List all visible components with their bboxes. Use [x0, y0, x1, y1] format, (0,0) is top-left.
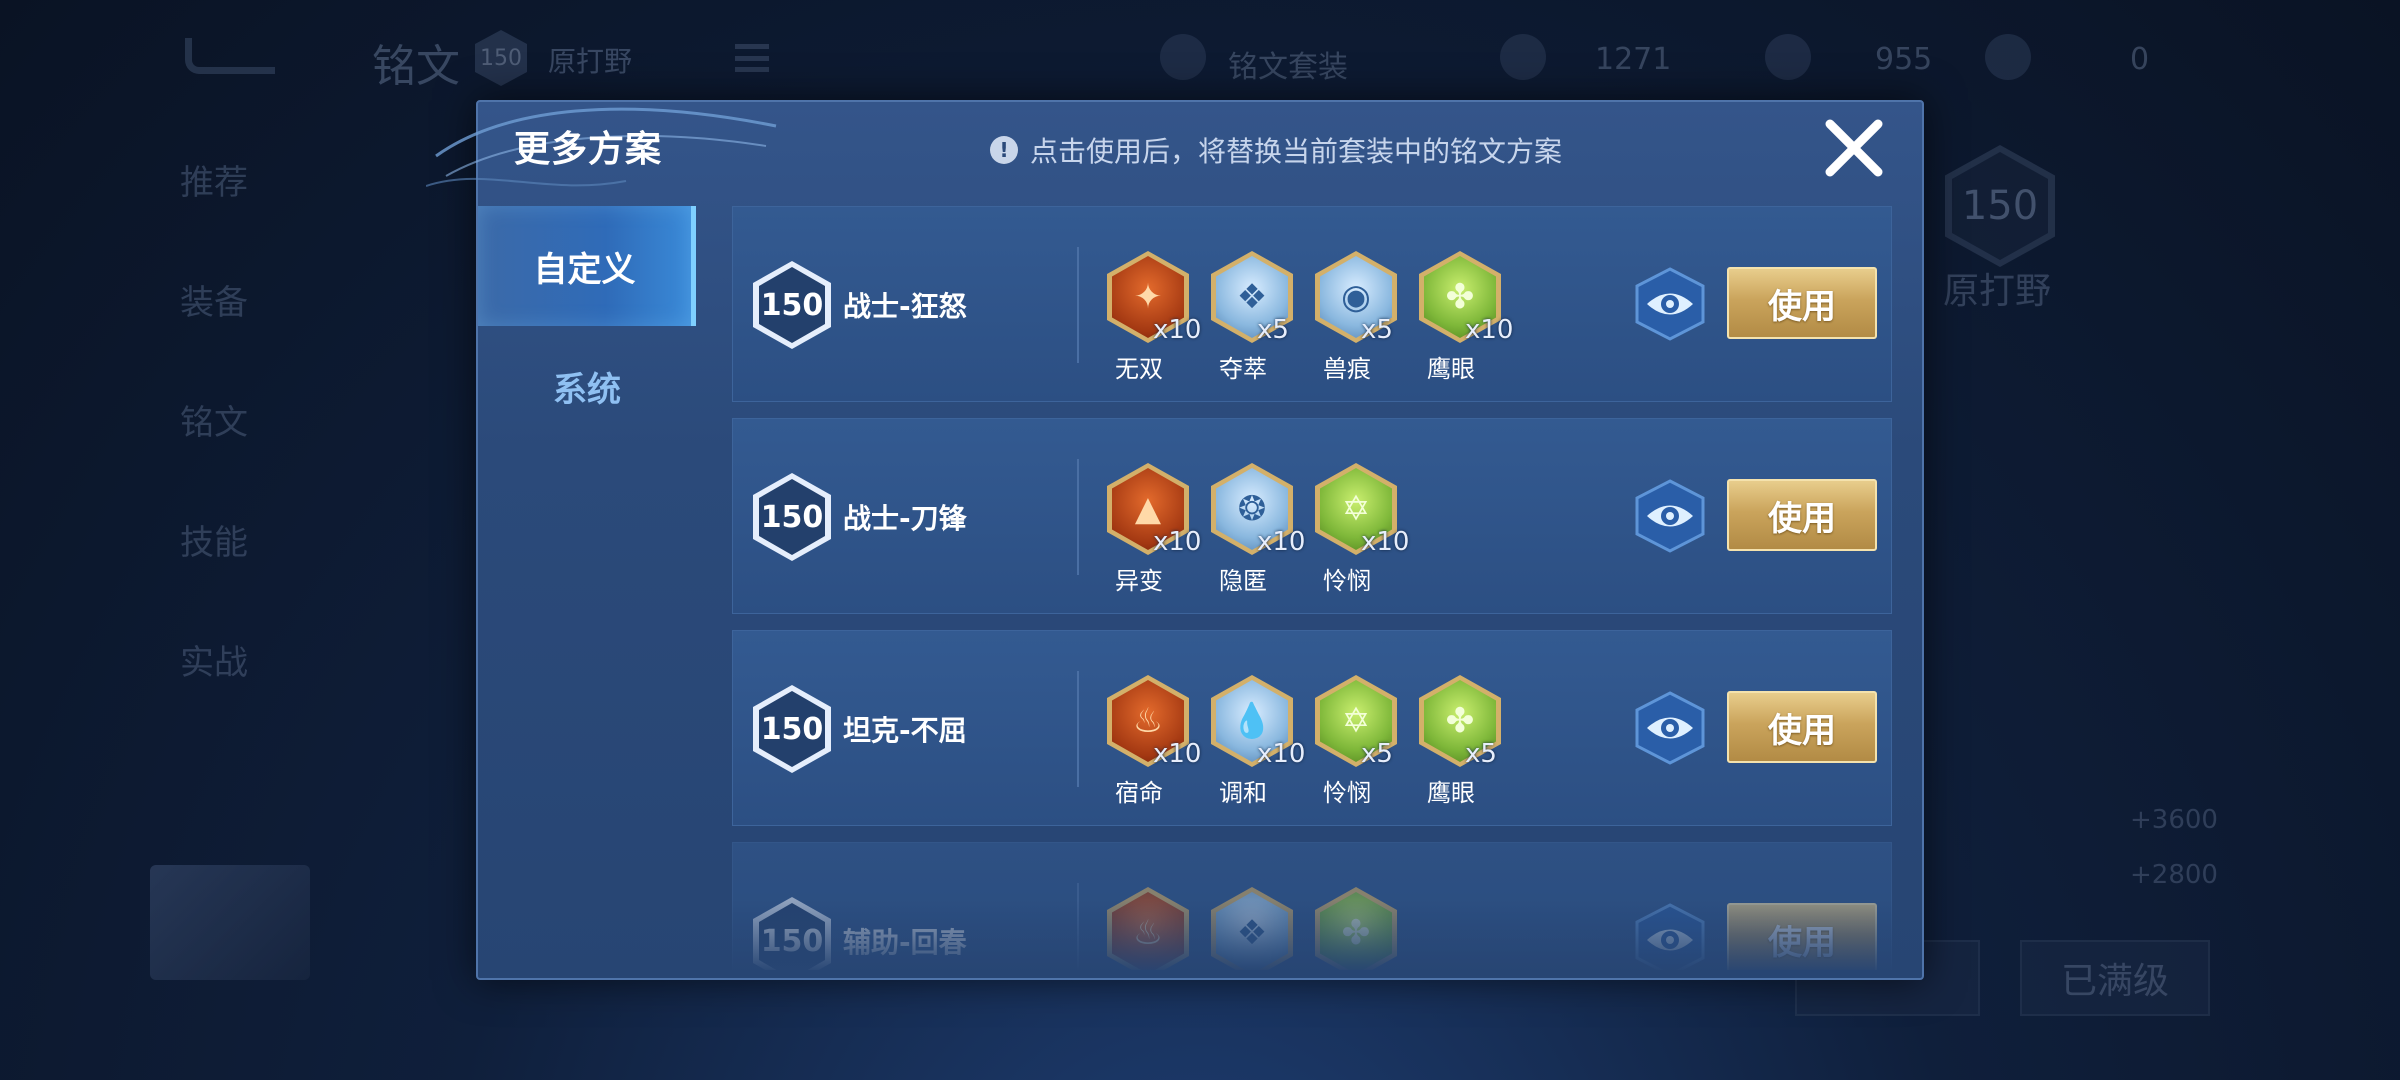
plan-list[interactable]: 150 战士-狂怒 ✦ x10 无双 ❖ x5 夺萃 ◉ x5 兽痕 ✤ x10…	[732, 206, 1892, 970]
bg-side-item[interactable]: 实战	[180, 635, 248, 684]
plan-tabs: 自定义 系统	[478, 206, 696, 446]
bg-page-title: 铭文	[372, 41, 460, 92]
rune-slot: ✦ x10 无双	[1097, 247, 1201, 387]
rune-name: 夺萃	[1219, 355, 1267, 383]
rune-count: x5	[1361, 739, 1393, 769]
divider	[1077, 247, 1079, 363]
rune-count: x10	[1153, 739, 1202, 769]
level-hex-badge: 150	[753, 685, 831, 773]
bg-side-item[interactable]: 铭文	[180, 395, 248, 444]
bg-level-hex: 150	[1945, 145, 2055, 267]
rune-slot: ✤ x5 鹰眼	[1409, 671, 1513, 811]
rune-count: x10	[1153, 527, 1202, 557]
use-button[interactable]: 使用	[1727, 479, 1877, 551]
bg-side-item[interactable]: 技能	[180, 515, 248, 564]
preview-eye-icon[interactable]	[1633, 267, 1707, 341]
tab-system[interactable]: 系统	[478, 326, 696, 446]
gift-icon	[1985, 34, 2031, 80]
dialog-header: 更多方案 ! 点击使用后，将替换当前套装中的铭文方案	[426, 102, 1922, 194]
bg-side-item[interactable]: 推荐	[180, 155, 248, 204]
preview-eye-icon[interactable]	[1633, 691, 1707, 765]
rune-count: x5	[1257, 315, 1289, 345]
more-plans-dialog: 更多方案 ! 点击使用后，将替换当前套装中的铭文方案 自定义 系统 150 战士…	[426, 100, 1924, 980]
rune-list: ♨ x10 宿命 💧 x10 调和 ✡ x5 怜悯 ✤ x5 鹰眼	[1097, 671, 1513, 811]
rune-slot: ♨ x10 宿命	[1097, 671, 1201, 811]
rune-slot: ✤ x10 鹰眼	[1409, 247, 1513, 387]
rune-book-icon	[1160, 34, 1206, 80]
bg-plan-label: 原打野	[1943, 271, 2052, 312]
rune-name: 兽痕	[1323, 355, 1371, 383]
back-icon[interactable]	[185, 38, 275, 74]
rune-name: 宿命	[1115, 779, 1163, 807]
dialog-title: 更多方案	[514, 129, 663, 170]
notice-text: 点击使用后，将替换当前套装中的铭文方案	[1030, 135, 1563, 168]
rune-name: 异变	[1115, 567, 1163, 595]
bg-resource: 铭文套装	[1228, 50, 1348, 85]
rune-count: x10	[1257, 739, 1306, 769]
rune-count: x10	[1257, 527, 1306, 557]
bg-resource: 955	[1875, 42, 1933, 77]
info-icon: !	[990, 136, 1018, 164]
plan-name: 战士-刀锋	[843, 502, 967, 535]
bg-subtitle: 原打野	[548, 45, 633, 78]
rune-slot: ❖ x5 夺萃	[1201, 247, 1305, 387]
level-hex-badge: 150	[753, 261, 831, 349]
use-button[interactable]: 使用	[1727, 267, 1877, 339]
rune-slot: ▲ x10 异变	[1097, 459, 1201, 599]
divider	[1077, 671, 1079, 787]
rune-count: x10	[1153, 315, 1202, 345]
hero-portrait[interactable]	[150, 865, 310, 980]
coin-icon	[1765, 34, 1811, 80]
level-hex-badge: 150	[753, 473, 831, 561]
tab-custom[interactable]: 自定义	[478, 206, 696, 326]
plan-row: 150 战士-刀锋 ▲ x10 异变 ❂ x10 隐匿 ✡ x10 怜悯 使用	[732, 418, 1892, 614]
rune-list: ▲ x10 异变 ❂ x10 隐匿 ✡ x10 怜悯	[1097, 459, 1409, 599]
bg-side-item[interactable]: 装备	[180, 275, 248, 324]
rune-slot: 💧 x10 调和	[1201, 671, 1305, 811]
rune-name: 隐匿	[1219, 567, 1267, 595]
preview-eye-icon[interactable]	[1633, 479, 1707, 553]
notice: ! 点击使用后，将替换当前套装中的铭文方案	[990, 130, 1562, 170]
rune-count: x5	[1361, 315, 1393, 345]
rune-name: 怜悯	[1323, 779, 1371, 807]
crystal-icon	[1500, 34, 1546, 80]
close-icon[interactable]	[1820, 114, 1888, 182]
divider	[1077, 459, 1079, 575]
bg-maxed-button[interactable]: 已满级	[2020, 940, 2210, 1016]
rune-name: 无双	[1115, 355, 1163, 383]
rune-name: 鹰眼	[1427, 355, 1475, 383]
bg-resource: 1271	[1595, 42, 1672, 77]
rune-name: 怜悯	[1323, 567, 1371, 595]
rune-slot: ✡ x5 怜悯	[1305, 671, 1409, 811]
use-button[interactable]: 使用	[1727, 691, 1877, 763]
rune-name: 调和	[1219, 779, 1267, 807]
bg-resource: 0	[2130, 42, 2150, 77]
menu-icon[interactable]	[735, 44, 769, 72]
plan-row: 150 战士-狂怒 ✦ x10 无双 ❖ x5 夺萃 ◉ x5 兽痕 ✤ x10…	[732, 206, 1892, 402]
rune-slot: ❂ x10 隐匿	[1201, 459, 1305, 599]
rune-count: x10	[1465, 315, 1514, 345]
plan-name: 坦克-不屈	[843, 714, 967, 747]
rune-name: 鹰眼	[1427, 779, 1475, 807]
rune-list: ✦ x10 无双 ❖ x5 夺萃 ◉ x5 兽痕 ✤ x10 鹰眼	[1097, 247, 1513, 387]
rune-slot: ◉ x5 兽痕	[1305, 247, 1409, 387]
list-fade	[732, 900, 1892, 970]
bg-stat: +2800	[2130, 860, 2218, 890]
rune-count: x10	[1361, 527, 1410, 557]
bg-stat: +3600	[2130, 805, 2218, 835]
rune-slot: ✡ x10 怜悯	[1305, 459, 1409, 599]
plan-name: 战士-狂怒	[843, 290, 967, 323]
rune-count: x5	[1465, 739, 1497, 769]
plan-row: 150 坦克-不屈 ♨ x10 宿命 💧 x10 调和 ✡ x5 怜悯 ✤ x5…	[732, 630, 1892, 826]
bg-level-badge: 150	[475, 30, 527, 86]
